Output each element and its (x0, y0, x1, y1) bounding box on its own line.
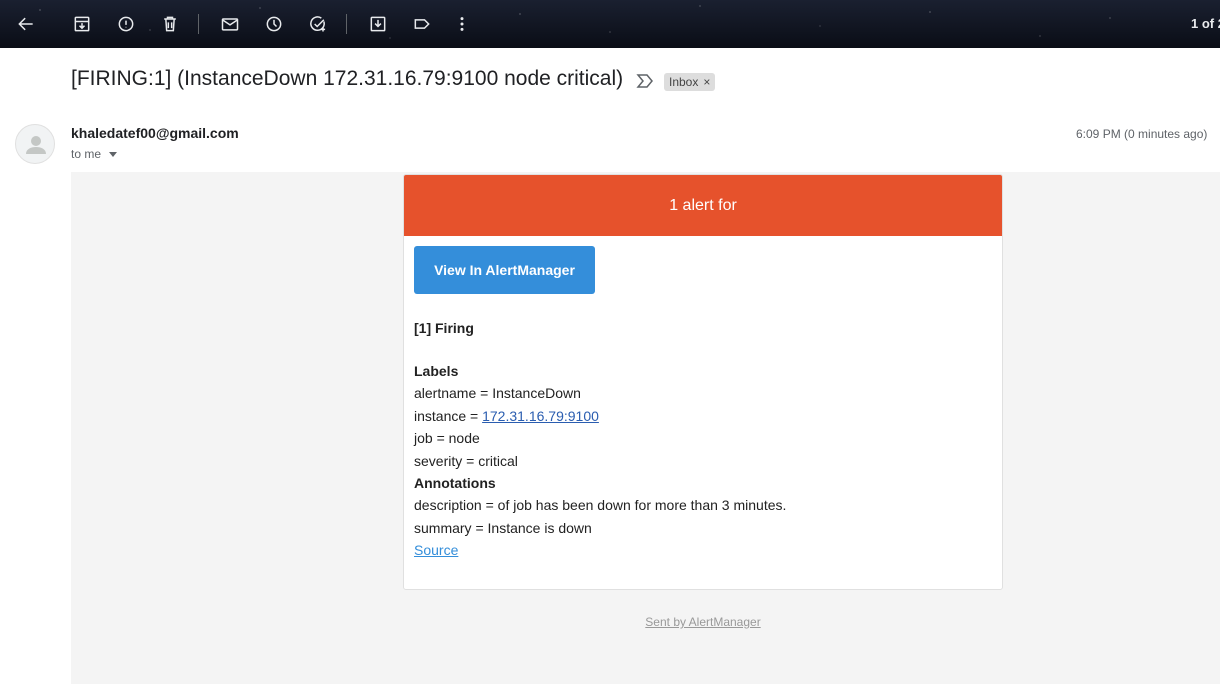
annotations-heading: Annotations (414, 474, 496, 491)
snooze-icon[interactable] (262, 12, 286, 36)
inbox-label-chip: Inbox × (664, 73, 716, 91)
remove-label-button[interactable]: × (703, 75, 710, 89)
labels-heading: Labels (414, 363, 459, 379)
instance-link[interactable]: 172.31.16.79:9100 (482, 408, 599, 424)
alert-header: 1 alert for (404, 175, 1002, 236)
sender-avatar (15, 124, 55, 164)
label-alertname: alertname = InstanceDown (414, 385, 581, 402)
sender-email[interactable]: khaledatef00@gmail.com (71, 125, 239, 141)
report-spam-icon[interactable] (114, 12, 138, 36)
alert-content: View In AlertManager [1] Firing Labels a… (404, 236, 1002, 572)
email-timestamp: 6:09 PM (0 minutes ago) (1076, 127, 1208, 141)
mark-unread-icon[interactable] (218, 12, 242, 36)
alert-card: 1 alert for View In AlertManager [1] Fir… (403, 174, 1003, 590)
label-instance: instance = 172.31.16.79:9100 (414, 405, 992, 427)
label-icon[interactable] (410, 12, 434, 36)
source-link[interactable]: Source (414, 542, 458, 558)
label-job: job = node (414, 430, 480, 447)
recipient-label: to me (71, 147, 102, 161)
source-row: Source (414, 539, 992, 561)
add-task-icon[interactable] (306, 12, 330, 36)
view-in-alertmanager-button[interactable]: View In AlertManager (414, 246, 595, 294)
email-subject: [FIRING:1] (InstanceDown 172.31.16.79:91… (71, 67, 624, 90)
chevron-down-icon[interactable] (109, 151, 118, 157)
alert-details: Labels alertname = InstanceDown instance… (414, 360, 992, 562)
toolbar-divider (198, 14, 199, 34)
annotation-description: description = of job has been down for m… (414, 497, 787, 514)
label-severity: severity = critical (414, 452, 518, 469)
recipient-details[interactable]: to me (71, 147, 118, 161)
archive-icon[interactable] (70, 12, 94, 36)
toolbar-divider (346, 14, 347, 34)
importance-marker-icon[interactable] (636, 73, 654, 89)
more-vert-icon[interactable] (450, 12, 474, 36)
firing-title: [1] Firing (414, 320, 474, 336)
email-body: 1 alert for View In AlertManager [1] Fir… (71, 172, 1220, 684)
annotation-summary: summary = Instance is down (414, 519, 592, 536)
move-to-icon[interactable] (366, 12, 390, 36)
sent-by-alertmanager-link[interactable]: Sent by AlertManager (645, 615, 760, 629)
delete-icon[interactable] (158, 12, 182, 36)
label-chip-text: Inbox (669, 75, 699, 89)
instance-prefix: instance = (414, 407, 483, 424)
toolbar: 1 of 2 (0, 0, 1220, 48)
pager-count: 1 of 2 (1191, 16, 1220, 31)
email-footer: Sent by AlertManager (403, 615, 1003, 629)
back-arrow-icon[interactable] (14, 12, 38, 36)
